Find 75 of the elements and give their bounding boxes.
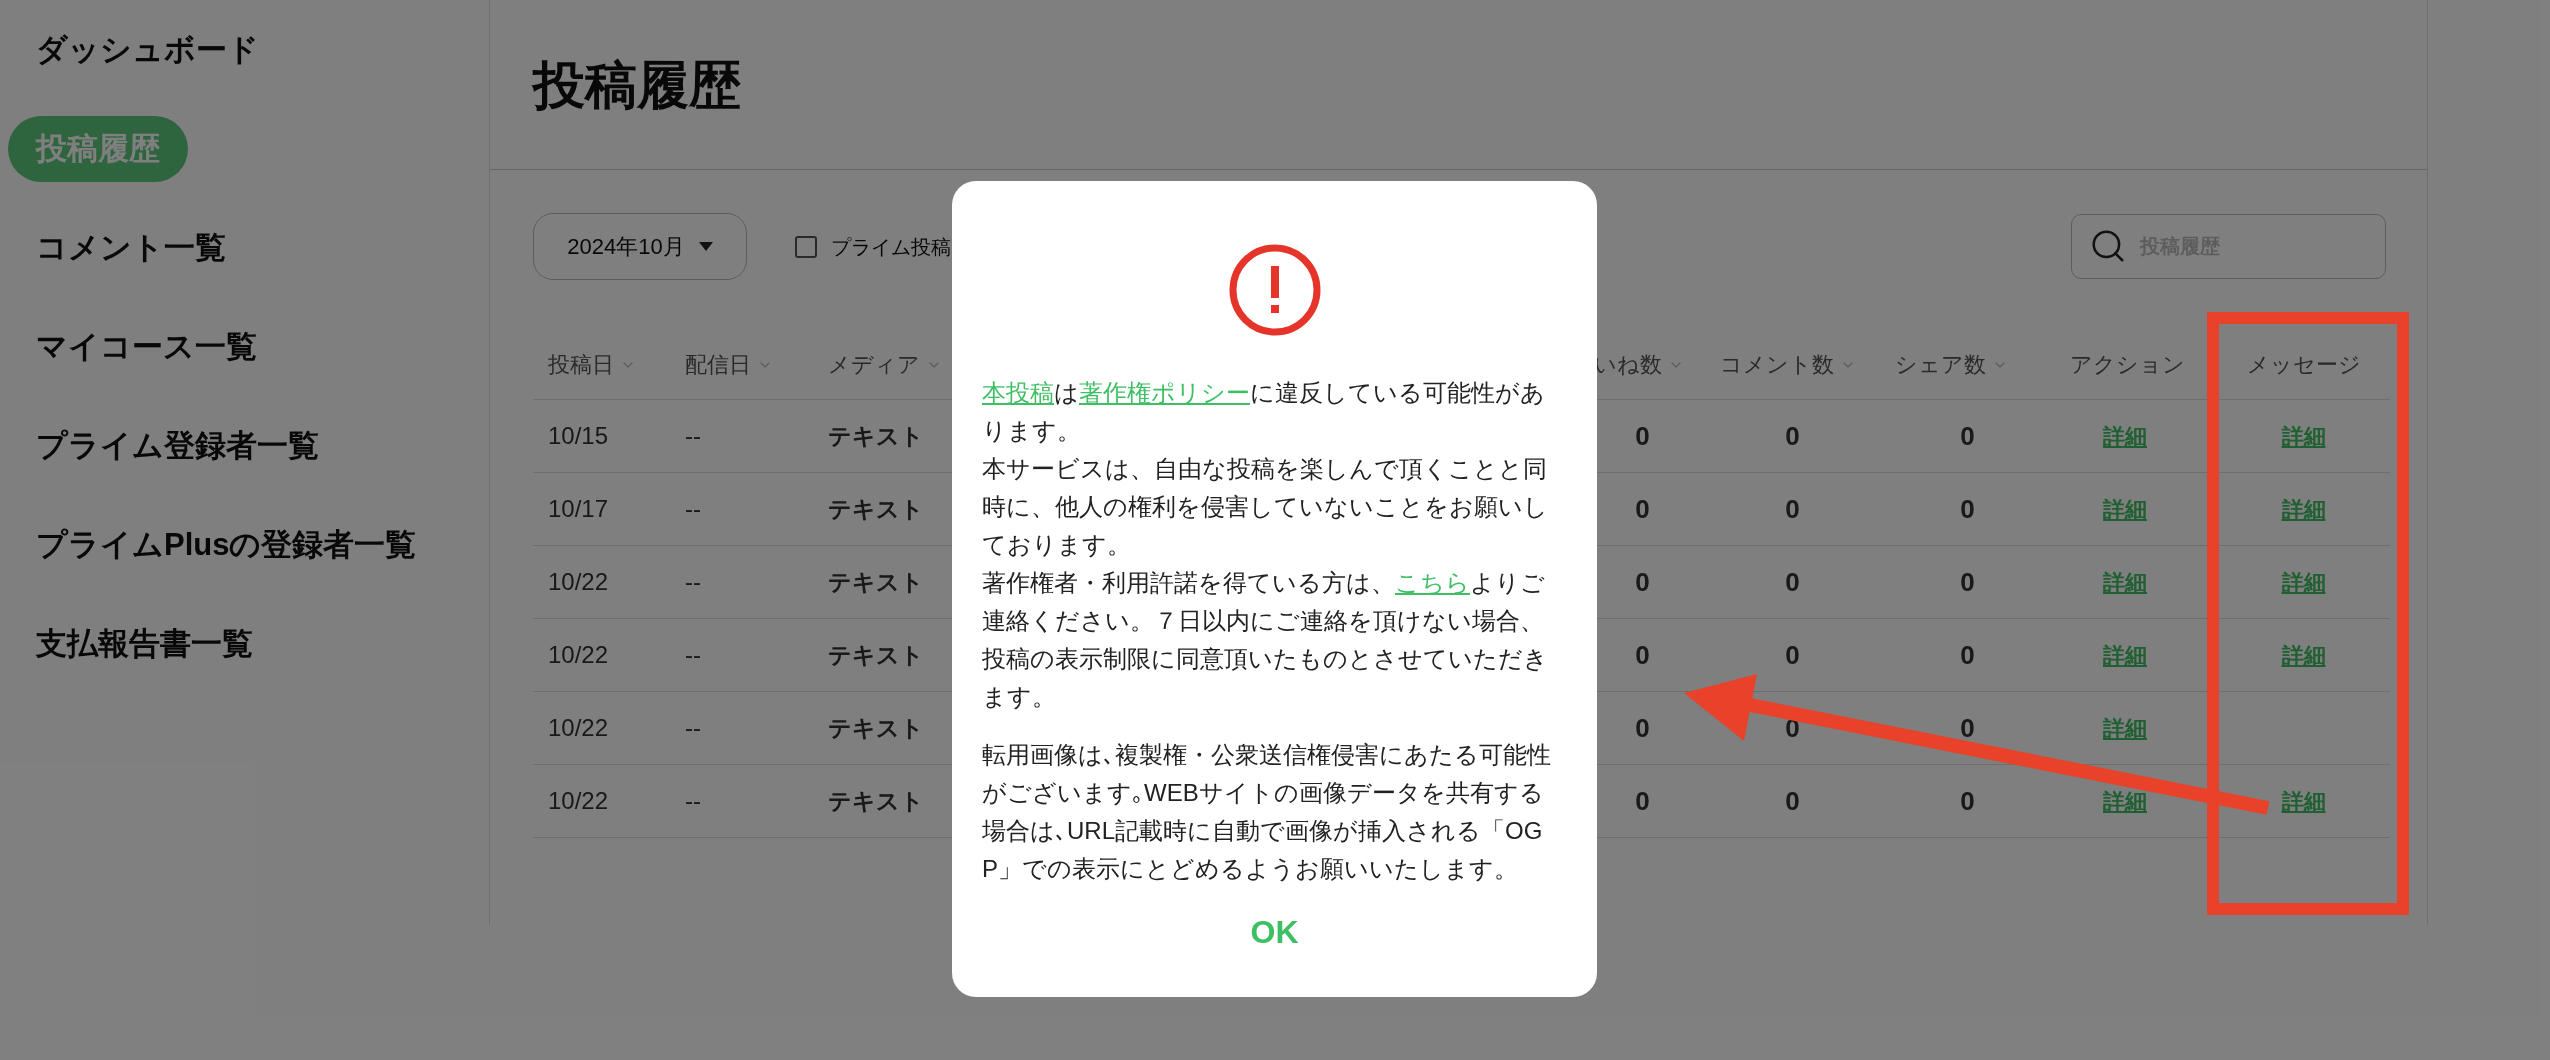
- table-cell-text: テキスト: [828, 567, 924, 597]
- table-cell-text: 10/22: [548, 640, 609, 670]
- table-cell-text: --: [685, 786, 701, 816]
- column-header[interactable]: メディア: [828, 348, 942, 381]
- table-cell-text: 0: [1785, 419, 1800, 453]
- dialog-text: 著作権者・利用許諾を得ている方は、こちら よりご連絡ください。７日以内にご連絡を頂けない場合、投稿の表示制限に同意頂いたものとさせていただきます。: [982, 568, 1549, 712]
- table-cell-text: 10/22: [548, 567, 609, 597]
- detail-link[interactable]: 詳細: [2281, 784, 2326, 818]
- table-cell-text: テキスト: [828, 640, 924, 670]
- sidebar-item[interactable]: コメント一覧: [8, 215, 254, 281]
- table-cell-text: --: [685, 494, 701, 524]
- table-cell-text: 0: [1635, 492, 1650, 526]
- table-cell-text: --: [685, 713, 701, 743]
- table-cell-text: 0: [1635, 638, 1650, 672]
- column-header[interactable]: コメント数: [1720, 348, 1856, 381]
- table-cell-text: 0: [1635, 711, 1650, 745]
- sidebar-item[interactable]: 支払報告書一覧: [8, 611, 281, 677]
- detail-link[interactable]: 詳細: [2281, 565, 2326, 599]
- caret-icon: [698, 242, 713, 251]
- table-cell-text: 10/22: [548, 786, 609, 816]
- table-cell-text: 0: [1785, 492, 1800, 526]
- detail-link[interactable]: 詳細: [2103, 711, 2147, 745]
- dialog-text: 転用画像は､複製権・公衆送信権侵害にあたる可能性がございます｡WEBサイトの画像データを共有する場合は､URL記載時に自動で画像が挿入される「OGP」での表示にとどめるようお願いいたします。: [982, 740, 1552, 884]
- sidebar-item[interactable]: マイコース一覧: [8, 314, 285, 380]
- table-cell-text: --: [685, 640, 701, 670]
- table-cell-text: 0: [1960, 638, 1975, 672]
- table-cell-text: 0: [1960, 419, 1975, 453]
- table-cell-text: 0: [1960, 565, 1975, 599]
- table-cell-text: 0: [1960, 784, 1975, 818]
- dialog-text: 本サービスは、自由な投稿を楽しんで頂くことと同時に、他人の権利を侵害していないことをお願いしております。: [982, 454, 1549, 560]
- text-link[interactable]: 著作権ポリシー: [1079, 379, 1250, 406]
- table-cell-text: 0: [1635, 784, 1650, 818]
- table-cell-text: 0: [1635, 419, 1650, 453]
- column-header: アクション: [2070, 351, 2185, 379]
- text-link[interactable]: こちら: [1395, 569, 1470, 596]
- sidebar-item[interactable]: プライム登録者一覧: [8, 413, 347, 479]
- detail-link[interactable]: 詳細: [2103, 492, 2147, 526]
- table-cell-text: テキスト: [828, 421, 924, 451]
- table-cell-text: 0: [1635, 565, 1650, 599]
- table-cell-text: 10/17: [548, 494, 609, 524]
- table-cell-text: 0: [1960, 492, 1975, 526]
- table-cell-text: 0: [1785, 638, 1800, 672]
- detail-link[interactable]: 詳細: [2103, 565, 2147, 599]
- sidebar-item[interactable]: 投稿履歴: [8, 116, 188, 182]
- checkbox[interactable]: [795, 235, 817, 258]
- sidebar-item[interactable]: ダッシュボード: [8, 17, 287, 83]
- sidebar-item[interactable]: プライムPlusの登録者一覧: [8, 512, 445, 578]
- checkbox-label: プライム投稿: [831, 234, 951, 260]
- table-cell-text: 10/22: [548, 713, 609, 743]
- column-header: メッセージ: [2246, 351, 2361, 379]
- table-cell-text: テキスト: [828, 494, 924, 524]
- table-cell-text: --: [685, 421, 701, 451]
- detail-link[interactable]: 詳細: [2281, 638, 2326, 672]
- table-cell-text: 0: [1960, 711, 1975, 745]
- table-cell-text: 10/15: [548, 421, 609, 451]
- ok-button[interactable]: OK: [1220, 897, 1329, 967]
- detail-link[interactable]: 詳細: [2103, 638, 2147, 672]
- column-header[interactable]: シェア数: [1895, 348, 2008, 381]
- table-cell-text: 0: [1785, 565, 1800, 599]
- page-title: 投稿履歴: [533, 54, 741, 116]
- table-cell-text: テキスト: [828, 786, 924, 816]
- search-icon: [2089, 227, 2127, 265]
- column-header[interactable]: 配信日: [685, 348, 773, 381]
- text-link[interactable]: 本投稿: [982, 379, 1054, 406]
- detail-link[interactable]: 詳細: [2281, 492, 2326, 526]
- table-cell-text: 0: [1785, 784, 1800, 818]
- column-header[interactable]: 投稿日: [548, 348, 636, 381]
- table-cell-text: テキスト: [828, 713, 924, 743]
- detail-link[interactable]: 詳細: [2281, 419, 2326, 453]
- warning-icon: [1228, 244, 1321, 336]
- detail-link[interactable]: 詳細: [2103, 784, 2147, 818]
- detail-link[interactable]: 詳細: [2103, 419, 2147, 453]
- table-cell-text: --: [685, 567, 701, 597]
- month-dropdown[interactable]: 2024年10月: [533, 213, 747, 280]
- dialog-text: 本投稿は著作権ポリシーに違反している可能性があります。: [982, 378, 1546, 446]
